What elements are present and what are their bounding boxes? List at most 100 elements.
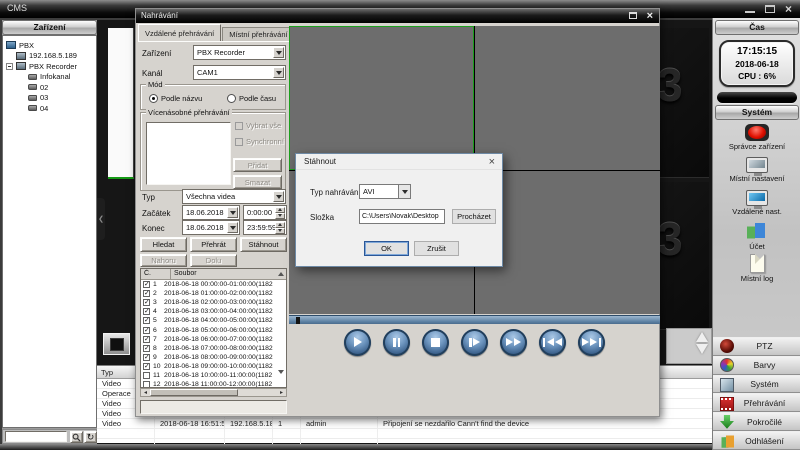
chevron-down-icon[interactable]: [227, 222, 238, 233]
player-button[interactable]: [422, 329, 449, 356]
device-select[interactable]: PBX Recorder: [193, 45, 286, 60]
file-row[interactable]: 7 2018-06-18 06:00:00-07:00:00(1182: [141, 335, 286, 344]
end-time-spinner[interactable]: 23:59:59: [243, 220, 287, 235]
dialog-close-icon[interactable]: ×: [647, 9, 653, 23]
radio-icon[interactable]: [227, 94, 236, 103]
download-button[interactable]: Stáhnout: [240, 237, 287, 252]
scroll-up-icon[interactable]: [278, 272, 284, 276]
file-checkbox[interactable]: [143, 290, 150, 297]
tree-expand-toggle[interactable]: [6, 63, 13, 70]
nav-button[interactable]: Systém: [713, 375, 800, 394]
system-menu-item[interactable]: Účet: [713, 221, 800, 254]
delete-button[interactable]: Smazat: [233, 175, 282, 189]
tree-item[interactable]: 192.168.5.189: [3, 51, 96, 62]
system-menu-item[interactable]: Místní log: [713, 254, 800, 287]
nav-button[interactable]: PTZ: [713, 337, 800, 356]
player-button[interactable]: [539, 329, 566, 356]
player-button[interactable]: [500, 329, 527, 356]
tab[interactable]: Místní přehrávání: [222, 27, 294, 41]
search-button[interactable]: Hledat: [140, 237, 187, 252]
nav-button[interactable]: Odhlášení: [713, 431, 800, 450]
file-table-hscrollbar[interactable]: ◂ ▸: [140, 388, 287, 397]
spin-down-icon[interactable]: [275, 228, 285, 234]
radio-icon[interactable]: [149, 94, 158, 103]
multi-playback-list[interactable]: [146, 122, 231, 185]
chevron-down-icon[interactable]: [227, 207, 238, 218]
file-checkbox[interactable]: [143, 317, 150, 324]
scroll-down-icon[interactable]: [278, 370, 284, 374]
start-time-spinner[interactable]: 0:00:00: [243, 205, 287, 220]
browse-button[interactable]: Procházet: [452, 209, 496, 224]
chevron-down-icon[interactable]: [273, 191, 284, 202]
playback-dialog-titlebar[interactable]: Nahrávání ×: [136, 9, 659, 23]
cancel-button[interactable]: Zrušit: [414, 241, 459, 256]
mode-radio-option[interactable]: Podle času: [227, 94, 276, 103]
system-menu-item[interactable]: Správce zařízení: [713, 122, 800, 155]
close-icon[interactable]: ×: [489, 155, 495, 170]
file-row[interactable]: 4 2018-06-18 03:00:00-04:00:00(1182: [141, 307, 286, 316]
file-row[interactable]: 3 2018-06-18 02:00:00-03:00:00(1182: [141, 298, 286, 307]
panel-collapse-handle[interactable]: ❮: [97, 198, 105, 240]
file-checkbox[interactable]: [143, 381, 150, 388]
player-button[interactable]: [383, 329, 410, 356]
tree-item[interactable]: 03: [3, 93, 96, 104]
file-row[interactable]: 6 2018-06-18 05:00:00-06:00:00(1182: [141, 325, 286, 334]
file-checkbox[interactable]: [143, 299, 150, 306]
system-menu-item[interactable]: Vzdálené nast.: [713, 188, 800, 221]
multi-checkbox[interactable]: Vybrat vše: [235, 121, 281, 130]
channel-select[interactable]: CAM1: [193, 65, 286, 80]
scroll-up-icon[interactable]: [696, 332, 708, 342]
chevron-down-icon[interactable]: [273, 67, 284, 78]
player-button[interactable]: [578, 329, 605, 356]
down-button[interactable]: Dolu: [190, 254, 237, 267]
scroll-left-icon[interactable]: ◂: [141, 389, 150, 396]
search-icon[interactable]: [70, 431, 83, 443]
file-checkbox[interactable]: [143, 363, 150, 370]
nav-button[interactable]: Přehrávání: [713, 393, 800, 412]
file-row[interactable]: 11 2018-06-18 10:00:00-11:00:00(1182: [141, 371, 286, 380]
tree-item[interactable]: 04: [3, 103, 96, 114]
file-checkbox[interactable]: [143, 345, 150, 352]
tree-item[interactable]: PBX Recorder: [3, 61, 96, 72]
restore-icon[interactable]: [765, 5, 775, 13]
video-cell-selected[interactable]: [289, 26, 474, 170]
seek-bar[interactable]: [289, 315, 660, 324]
file-row[interactable]: 1 2018-06-18 00:00:00-01:00:00(1182: [141, 280, 286, 289]
end-date-select[interactable]: 18.06.2018: [182, 220, 240, 235]
video-cell[interactable]: [475, 26, 660, 170]
tree-item[interactable]: 02: [3, 82, 96, 93]
file-checkbox[interactable]: [143, 354, 150, 361]
seek-thumb[interactable]: [296, 317, 300, 324]
ok-button[interactable]: OK: [364, 241, 409, 256]
start-date-select[interactable]: 18.06.2018: [182, 205, 240, 220]
checkbox-icon[interactable]: [235, 122, 243, 130]
file-row[interactable]: 12 2018-06-18 11:00:00-12:00:00(1182: [141, 380, 286, 388]
stop-view-button[interactable]: [103, 333, 130, 355]
file-checkbox[interactable]: [143, 327, 150, 334]
file-row[interactable]: 5 2018-06-18 04:00:00-05:00:00(1182: [141, 316, 286, 325]
mode-radio-option[interactable]: Podle názvu: [149, 94, 202, 103]
record-type-select[interactable]: AVI: [359, 184, 411, 199]
close-icon[interactable]: ×: [785, 3, 792, 15]
tab[interactable]: Vzdálené přehrávání: [138, 24, 221, 41]
device-search-input[interactable]: [5, 431, 67, 442]
play-button[interactable]: Přehrát: [190, 237, 237, 252]
system-menu-item[interactable]: Místní nastavení: [713, 155, 800, 188]
player-button[interactable]: [344, 329, 371, 356]
file-checkbox[interactable]: [143, 372, 150, 379]
checkbox-icon[interactable]: [235, 138, 243, 146]
add-button[interactable]: Přidat: [233, 158, 282, 172]
tree-item[interactable]: PBX: [3, 40, 96, 51]
file-row[interactable]: 8 2018-06-18 07:00:00-08:00:00(1182: [141, 344, 286, 353]
nav-button[interactable]: Pokročilé: [713, 412, 800, 431]
minimize-icon[interactable]: [745, 11, 755, 13]
log-row[interactable]: Video 2018-06-18 16:51:54 192.168.5.189 …: [97, 419, 712, 429]
video-type-select[interactable]: Všechna videa: [182, 189, 286, 204]
refresh-icon[interactable]: ↻: [84, 431, 97, 443]
file-row[interactable]: 10 2018-06-18 09:00:00-10:00:00(1182: [141, 362, 286, 371]
folder-input[interactable]: [359, 209, 445, 224]
multi-checkbox[interactable]: Synchronní: [235, 137, 284, 146]
file-checkbox[interactable]: [143, 281, 150, 288]
scrollbar-thumb[interactable]: [150, 389, 238, 396]
spin-down-icon[interactable]: [275, 213, 285, 219]
